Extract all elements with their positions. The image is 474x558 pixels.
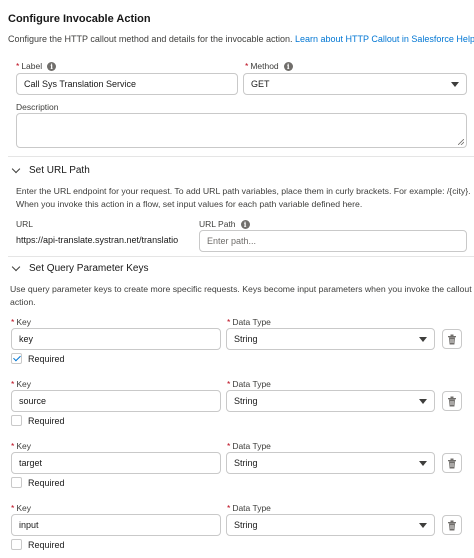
method-text: Method [250, 61, 279, 71]
url-help-line: Enter the URL endpoint for your request.… [16, 186, 471, 196]
method-field-label: * Method i [245, 61, 293, 71]
label-text: Label [21, 61, 43, 71]
method-value: GET [251, 79, 270, 89]
data-type-value: String [234, 520, 258, 530]
caret-down-icon [419, 398, 427, 404]
query-help-line: action. [10, 296, 36, 307]
url-path-label: URL Path i [199, 219, 250, 229]
query-help-text: Use query parameter keys to create more … [10, 283, 472, 308]
url-section-header[interactable]: Set URL Path [10, 164, 90, 176]
description-field-label: Description [16, 102, 59, 112]
trash-icon [448, 458, 456, 468]
data-type-select[interactable]: String [226, 390, 435, 412]
url-label: URL [16, 219, 34, 229]
query-section-header[interactable]: Set Query Parameter Keys [10, 262, 149, 274]
divider [8, 156, 474, 157]
trash-icon [448, 334, 456, 344]
trash-icon [448, 396, 456, 406]
key-label: * Key [11, 441, 31, 451]
delete-param-button[interactable] [442, 329, 462, 349]
key-label: * Key [11, 503, 31, 513]
key-label: * Key [11, 317, 31, 327]
chevron-down-icon [11, 262, 21, 272]
required-checkbox-row[interactable]: Required [11, 353, 65, 364]
data-type-select[interactable]: String [226, 452, 435, 474]
data-type-label-text: Data Type [232, 441, 271, 451]
url-value: https://api-translate.systran.net/transl… [16, 235, 179, 245]
url-help-line: When you invoke this action in a flow, s… [16, 198, 363, 209]
url-path-input[interactable]: Enter path... [199, 230, 467, 252]
checkmark-icon[interactable] [11, 353, 22, 364]
key-input[interactable]: target [11, 452, 221, 474]
data-type-label: * Data Type [227, 379, 271, 389]
info-icon[interactable]: i [283, 61, 293, 71]
data-type-label: * Data Type [227, 503, 271, 513]
required-label: Required [28, 415, 65, 426]
query-section-title: Set Query Parameter Keys [29, 263, 149, 274]
info-icon[interactable]: i [240, 219, 250, 229]
method-select[interactable]: GET [243, 73, 467, 95]
required-checkbox-row[interactable]: Required [11, 415, 65, 426]
required-checkbox[interactable] [11, 415, 22, 426]
key-label-text: Key [16, 503, 31, 513]
help-link[interactable]: Learn about HTTP Callout in Salesforce H… [295, 34, 474, 44]
label-input[interactable]: Call Sys Translation Service [16, 73, 238, 95]
caret-down-icon [419, 460, 427, 466]
key-input[interactable]: key [11, 328, 221, 350]
key-label: * Key [11, 379, 31, 389]
description-textarea[interactable] [16, 113, 467, 148]
key-label-text: Key [16, 441, 31, 451]
key-label-text: Key [16, 317, 31, 327]
delete-param-button[interactable] [442, 391, 462, 411]
chevron-down-icon [11, 164, 21, 174]
required-checkbox[interactable] [11, 539, 22, 550]
required-checkbox-row[interactable]: Required [11, 477, 65, 488]
data-type-select[interactable]: String [226, 514, 435, 536]
data-type-label-text: Data Type [232, 317, 271, 327]
url-section-title: Set URL Path [29, 165, 90, 176]
caret-down-icon [451, 81, 459, 87]
required-checkbox[interactable] [11, 477, 22, 488]
trash-icon [448, 520, 456, 530]
data-type-label-text: Data Type [232, 379, 271, 389]
key-label-text: Key [16, 379, 31, 389]
delete-param-button[interactable] [442, 453, 462, 473]
key-input[interactable]: input [11, 514, 221, 536]
description-text: Configure the HTTP callout method and de… [8, 34, 293, 44]
url-path-text: URL Path [199, 219, 236, 229]
caret-down-icon [419, 522, 427, 528]
query-help-line: Use query parameter keys to create more … [10, 284, 472, 294]
caret-down-icon [419, 336, 427, 342]
page-title: Configure Invocable Action [8, 13, 151, 25]
data-type-label: * Data Type [227, 317, 271, 327]
url-help-text: Enter the URL endpoint for your request.… [16, 185, 472, 210]
data-type-label: * Data Type [227, 441, 271, 451]
data-type-select[interactable]: String [226, 328, 435, 350]
divider [8, 256, 474, 257]
data-type-value: String [234, 396, 258, 406]
required-checkbox-row[interactable]: Required [11, 539, 65, 550]
data-type-value: String [234, 334, 258, 344]
required-label: Required [28, 539, 65, 550]
page-description: Configure the HTTP callout method and de… [8, 34, 474, 44]
label-field-label: * Label i [16, 61, 57, 71]
required-label: Required [28, 353, 65, 364]
required-label: Required [28, 477, 65, 488]
key-input[interactable]: source [11, 390, 221, 412]
info-icon[interactable]: i [47, 61, 57, 71]
data-type-label-text: Data Type [232, 503, 271, 513]
delete-param-button[interactable] [442, 515, 462, 535]
data-type-value: String [234, 458, 258, 468]
resize-handle-icon[interactable] [458, 139, 464, 145]
